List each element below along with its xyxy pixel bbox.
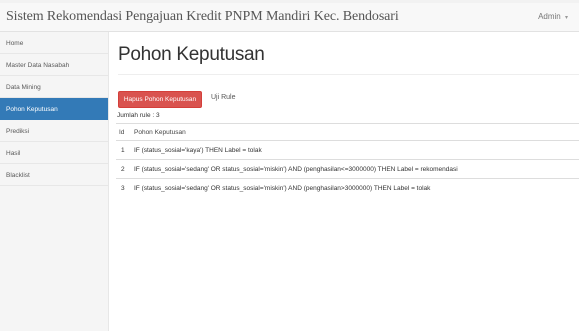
rules-table: Id Pohon Keputusan 1 IF (status_sosial='… [116, 123, 579, 198]
table-row: 1 IF (status_sosial='kaya') THEN Label =… [116, 140, 579, 160]
top-navbar: Sistem Rekomendasi Pengajuan Kredit PNPM… [0, 3, 579, 32]
sidebar-item-label: Data Mining [6, 84, 41, 91]
user-menu-label: Admin [538, 12, 561, 21]
table-row: 3 IF (status_sosial='sedang' OR status_s… [116, 178, 579, 198]
sidebar: Home Master Data Nasabah Data Mining Poh… [0, 32, 109, 331]
sidebar-item-master-data-nasabah[interactable]: Master Data Nasabah [0, 54, 108, 76]
rule-id-cell: 1 [116, 140, 134, 160]
sidebar-item-prediksi[interactable]: Prediksi [0, 120, 108, 142]
sidebar-item-label: Pohon Keputusan [6, 106, 58, 113]
sidebar-item-data-mining[interactable]: Data Mining [0, 76, 108, 98]
test-rule-link[interactable]: Uji Rule [211, 94, 236, 101]
delete-decision-tree-button[interactable]: Hapus Pohon Keputusan [118, 91, 202, 108]
sidebar-item-pohon-keputusan[interactable]: Pohon Keputusan [0, 98, 108, 120]
rule-id-cell: 3 [116, 178, 134, 198]
column-header-rule: Pohon Keputusan [134, 123, 579, 141]
sidebar-item-label: Home [6, 40, 24, 47]
table-header-row: Id Pohon Keputusan [116, 123, 579, 141]
sidebar-item-label: Blacklist [6, 172, 30, 179]
page-title: Pohon Keputusan [118, 44, 265, 65]
column-header-id: Id [116, 123, 134, 141]
main-content: Pohon Keputusan Hapus Pohon Keputusan Uj… [116, 32, 579, 331]
rule-text-cell: IF (status_sosial='sedang' OR status_sos… [134, 159, 579, 179]
rule-text-cell: IF (status_sosial='kaya') THEN Label = t… [134, 140, 579, 160]
sidebar-item-label: Hasil [6, 150, 21, 157]
sidebar-item-label: Prediksi [6, 128, 30, 135]
sidebar-item-label: Master Data Nasabah [6, 62, 70, 69]
user-menu[interactable]: Admin ▾ [538, 12, 568, 21]
title-divider [118, 74, 579, 75]
table-row: 2 IF (status_sosial='sedang' OR status_s… [116, 159, 579, 179]
rule-id-cell: 2 [116, 159, 134, 179]
rule-text-cell: IF (status_sosial='sedang' OR status_sos… [134, 178, 579, 198]
sidebar-item-home[interactable]: Home [0, 32, 108, 54]
rule-count: Jumlah rule : 3 [117, 112, 160, 119]
sidebar-item-hasil[interactable]: Hasil [0, 142, 108, 164]
sidebar-item-blacklist[interactable]: Blacklist [0, 164, 108, 186]
app-brand[interactable]: Sistem Rekomendasi Pengajuan Kredit PNPM… [6, 9, 399, 25]
chevron-down-icon: ▾ [564, 15, 568, 21]
